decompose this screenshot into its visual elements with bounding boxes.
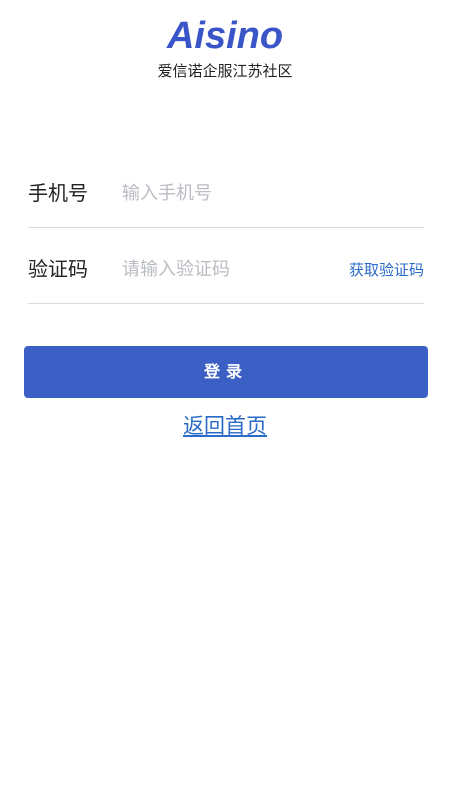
login-page: Aisino 爱信诺企服江苏社区 手机号 验证码 获取验证码 登录 返回首页 bbox=[0, 0, 450, 800]
phone-input[interactable] bbox=[122, 178, 322, 208]
code-label: 验证码 bbox=[28, 257, 88, 281]
phone-field-row: 手机号 bbox=[28, 152, 424, 228]
phone-label: 手机号 bbox=[28, 181, 88, 205]
login-button[interactable]: 登录 bbox=[24, 346, 428, 398]
verification-code-input[interactable] bbox=[122, 254, 322, 284]
aisino-logo: Aisino bbox=[166, 15, 284, 57]
get-code-button[interactable]: 获取验证码 bbox=[349, 260, 424, 280]
page-subtitle: 爱信诺企服江苏社区 bbox=[157, 62, 293, 80]
back-home-link[interactable]: 返回首页 bbox=[0, 410, 450, 442]
code-field-row: 验证码 获取验证码 bbox=[28, 228, 424, 304]
